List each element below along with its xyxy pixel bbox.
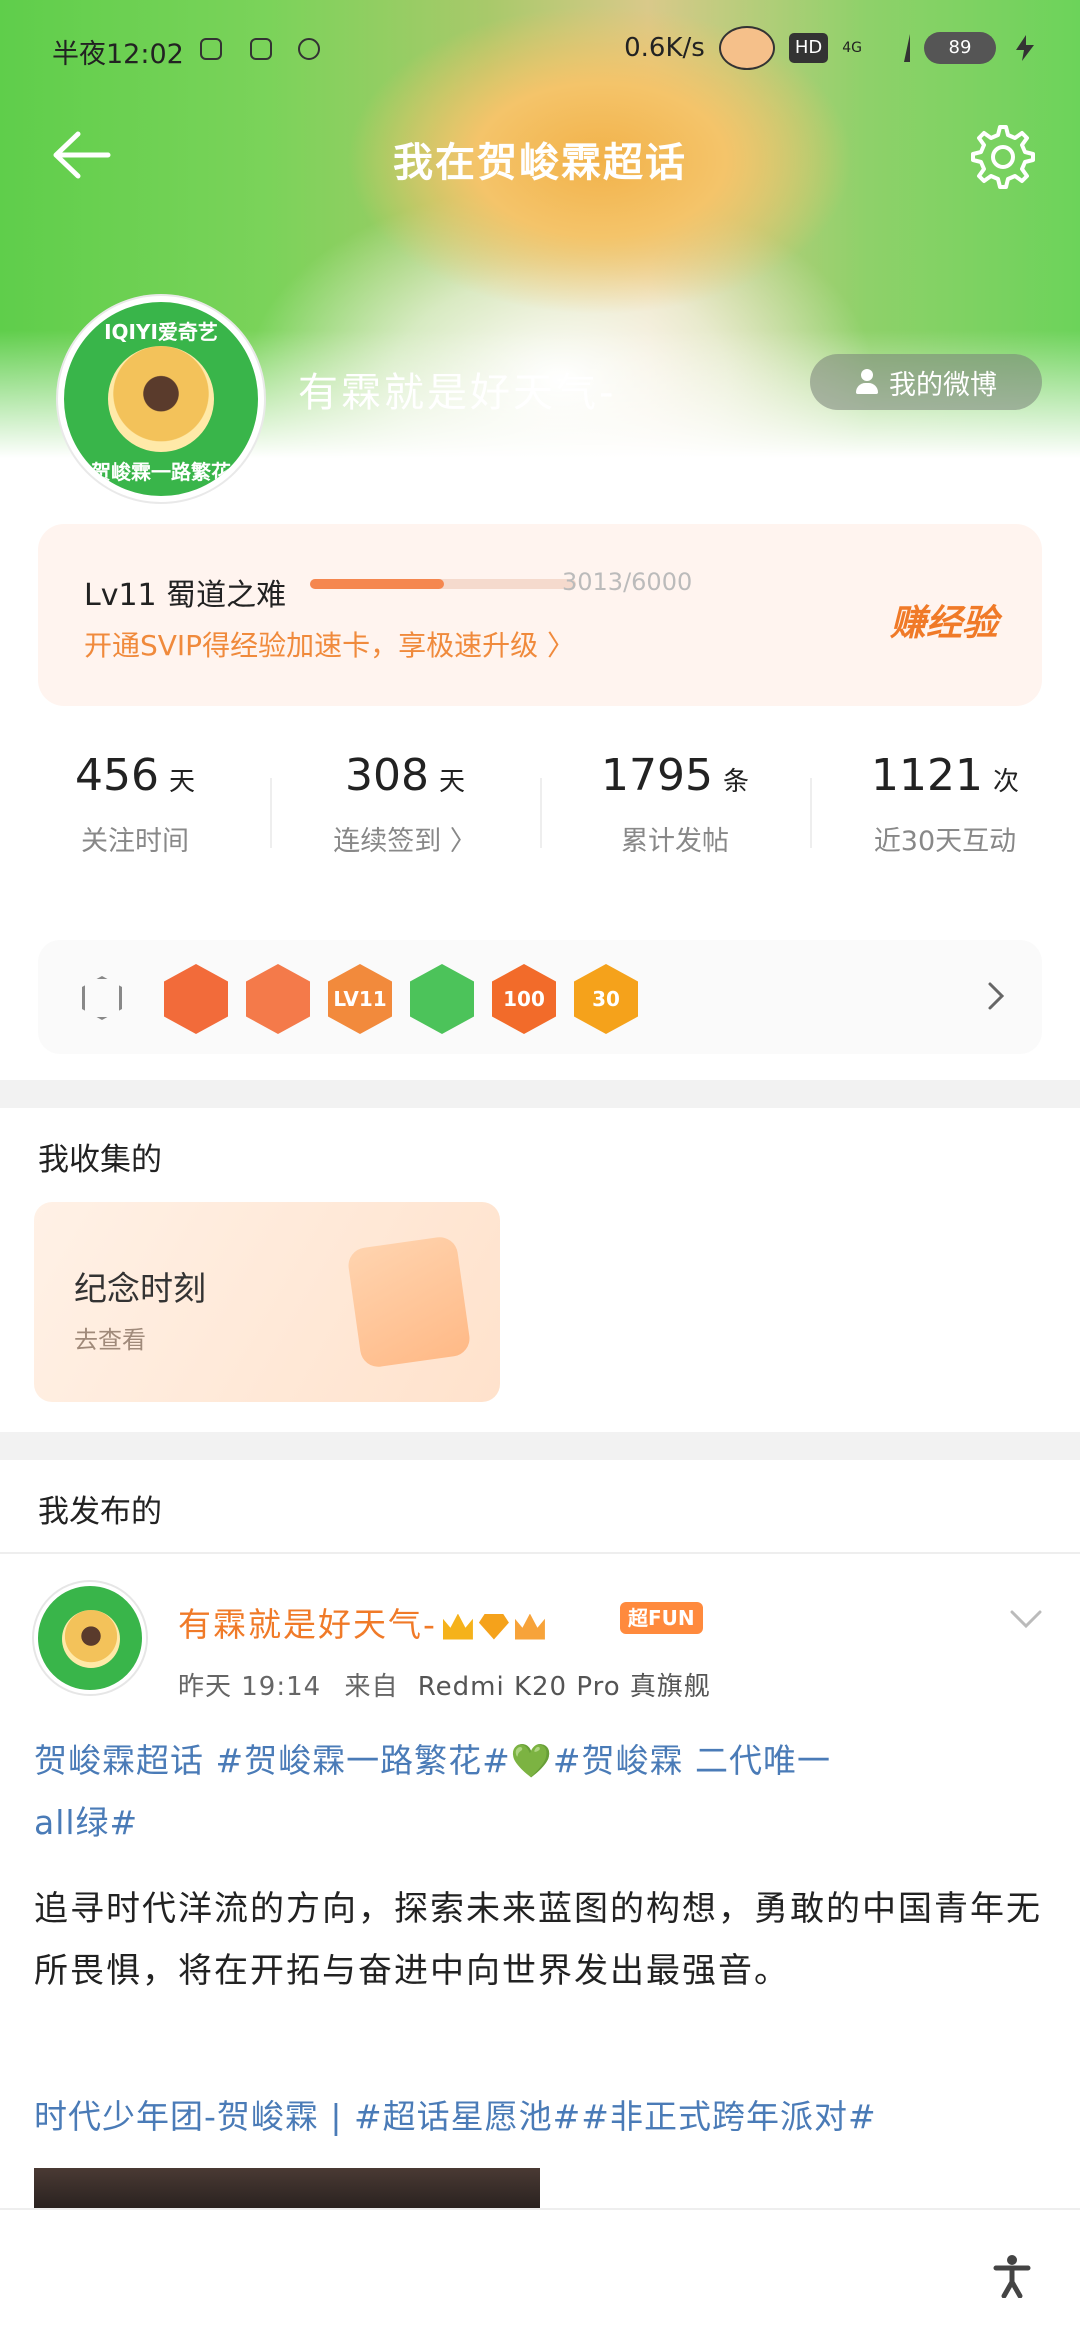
tags-line-1[interactable]: 贺峻霖超话 #贺峻霖一路繁花#💚#贺峻霖 二代唯一 (34, 1730, 1044, 1792)
calendar-icon (346, 1234, 472, 1370)
tiger-badge-icon (164, 964, 228, 1034)
post-image[interactable] (34, 2168, 540, 2208)
badge-wall-icon (82, 976, 122, 1020)
stat-posts: 1795 条 累计发帖 (540, 750, 810, 900)
level-progress-fill (310, 579, 444, 589)
level-progress-text: 3013/6000 (562, 568, 693, 596)
hands-badge-icon (246, 964, 310, 1034)
collections-title: 我收集的 (38, 1142, 162, 1178)
hand-green-badge-icon (410, 964, 474, 1034)
status-bar: 半夜12:02 0.6K/s HD 4G 89 (0, 0, 1080, 100)
battery-indicator: 89 (924, 32, 996, 64)
super-fun-badge: 超FUN (620, 1602, 703, 1634)
avatar-image (62, 1610, 120, 1668)
level-card[interactable]: Lv11 蜀道之难 3013/6000 开通SVIP得经验加速卡，享极速升级 〉… (38, 524, 1042, 706)
stat-label: 关注时间 (81, 826, 189, 857)
stats-row: 456 天 关注时间 308 天 连续签到 〉 1795 条 累计发帖 1121 次 近… (0, 750, 1080, 900)
stat-follow-time: 456 天 关注时间 (0, 750, 270, 900)
posts-title: 我发布的 (38, 1494, 162, 1530)
post-body: 追寻时代洋流的方向，探索未来蓝图的构想，勇敢的中国青年无所畏惧，将在开拓与奋进中… (34, 1889, 1042, 1991)
browser-app-icon (298, 38, 320, 60)
network-speed: 0.6K/s (624, 33, 705, 63)
source-prefix: 来自 (344, 1672, 399, 1702)
memorial-moments-card[interactable]: 纪念时刻 去查看 (34, 1202, 500, 1402)
section-divider (0, 1080, 1080, 1108)
gallery-app-icon (250, 38, 272, 60)
stat-unit: 次 (992, 767, 1019, 797)
bottom-bar (0, 2208, 1080, 2340)
30-days-badge-icon: 30 (574, 964, 638, 1034)
status-time: 半夜12:02 (52, 39, 184, 70)
stat-label: 累计发帖 (621, 826, 729, 857)
accessibility-icon[interactable] (992, 2254, 1032, 2298)
author-name-text: 有霖就是好天气- (178, 1605, 437, 1644)
stat-interactions: 1121 次 近30天互动 (810, 750, 1080, 900)
divider-line (0, 1552, 1080, 1554)
hd-indicator: HD (788, 33, 829, 63)
stat-value: 1121 (871, 750, 983, 801)
level-progress-bar (310, 579, 576, 589)
avatar-image (108, 346, 214, 452)
stat-label: 近30天互动 (873, 826, 1017, 857)
my-weibo-button[interactable]: 我的微博 (810, 354, 1042, 410)
signal-icon (876, 34, 910, 62)
card-title: 纪念时刻 (74, 1269, 206, 1308)
settings-gear-icon[interactable] (970, 124, 1036, 190)
lv11-badge-icon: LV11 (328, 964, 392, 1034)
100-days-badge-icon: 100 (492, 964, 556, 1034)
diamond-icon (478, 1613, 509, 1640)
section-divider (0, 1432, 1080, 1460)
stat-value: 308 (345, 750, 429, 801)
my-weibo-label: 我的微博 (889, 369, 997, 401)
earn-exp-button[interactable]: 赚经验 (890, 594, 998, 646)
person-icon (855, 369, 879, 395)
network-type: 4G (842, 40, 862, 56)
post-topic-tags[interactable]: 贺峻霖超话 #贺峻霖一路繁花#💚#贺峻霖 二代唯一 all绿# (34, 1730, 1044, 1854)
card-subtitle: 去查看 (74, 1326, 146, 1354)
page-title: 我在贺峻霖超话 (393, 140, 687, 186)
level-label: Lv11 蜀道之难 (84, 578, 287, 613)
charging-icon (1016, 35, 1034, 61)
post-author-name[interactable]: 有霖就是好天气- (178, 1598, 545, 1646)
badges-row[interactable]: LV11 100 30 (38, 940, 1042, 1054)
stat-value: 1795 (601, 750, 713, 801)
avatar-ring-bottom-text: 贺峻霖一路繁花 (91, 460, 231, 484)
tiger-icon (514, 1613, 545, 1640)
avatar-ring-top-text: IQIYI爱奇艺 (104, 320, 218, 344)
post-time: 昨天 19:14 (178, 1672, 322, 1702)
profile-avatar[interactable]: IQIYI爱奇艺 贺峻霖一路繁花 (58, 296, 264, 502)
svip-tip-link[interactable]: 开通SVIP得经验加速卡，享极速升级 〉 (84, 624, 575, 664)
post-source: Redmi K20 Pro 真旗舰 (417, 1672, 711, 1702)
post-author-avatar[interactable] (34, 1582, 146, 1694)
stat-unit: 条 (722, 767, 749, 797)
stat-label: 连续签到 〉 (333, 826, 477, 857)
chevron-down-icon[interactable] (1008, 1608, 1044, 1630)
stat-unit: 天 (168, 767, 195, 797)
stat-unit: 天 (438, 767, 465, 797)
tags-line-2[interactable]: all绿# (34, 1792, 1044, 1854)
stat-checkin[interactable]: 308 天 连续签到 〉 (270, 750, 540, 900)
chat-app-icon (200, 38, 222, 60)
crown-icon (442, 1613, 473, 1640)
post-meta: 昨天 19:14 来自 Redmi K20 Pro 真旗舰 (178, 1666, 711, 1703)
post-bottom-tags[interactable]: 时代少年团-贺峻霖 | #超话星愿池##非正式跨年派对# (34, 2090, 1044, 2138)
cat-clock-icon (718, 26, 775, 70)
stat-value: 456 (75, 750, 159, 801)
profile-name: 有霖就是好天气- (298, 370, 617, 416)
chevron-right-icon (988, 982, 1005, 1010)
